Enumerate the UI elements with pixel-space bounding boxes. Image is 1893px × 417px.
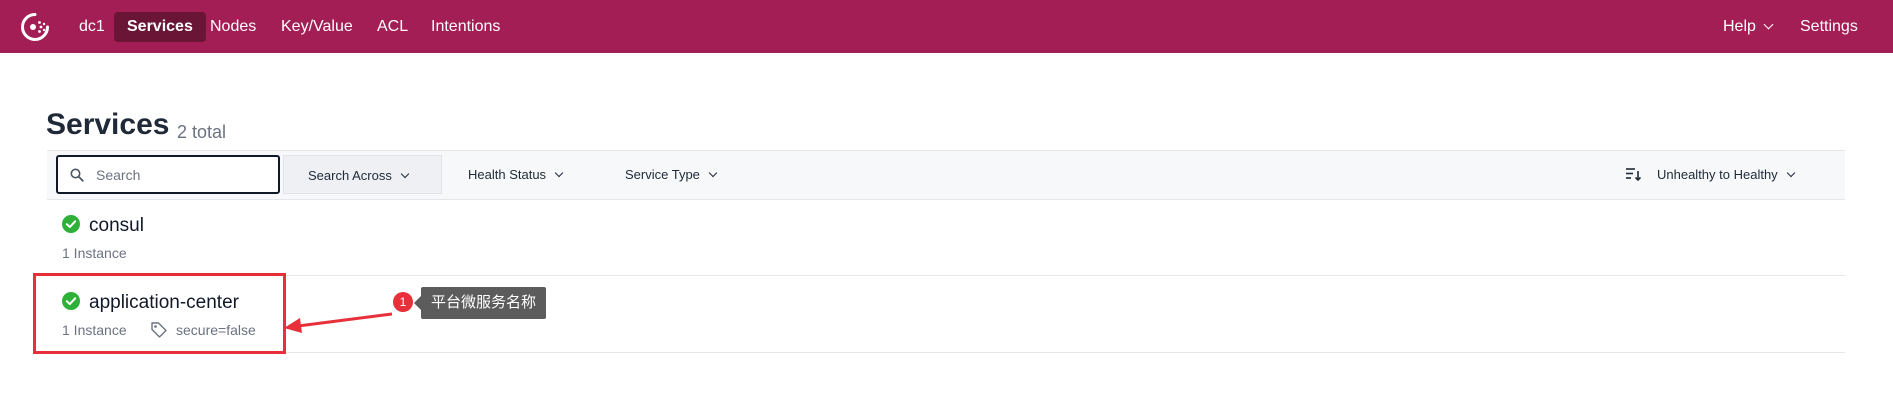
row-divider — [47, 275, 1845, 276]
chevron-down-icon — [708, 168, 718, 178]
sort-dropdown[interactable]: Unhealthy to Healthy — [1657, 155, 1795, 194]
nav-item-services[interactable]: Services — [114, 12, 206, 42]
chevron-down-icon — [1763, 19, 1774, 30]
settings-link[interactable]: Settings — [1800, 12, 1858, 42]
help-menu[interactable]: Help — [1723, 12, 1774, 42]
health-status-label: Health Status — [468, 167, 547, 182]
row-divider — [47, 352, 1845, 353]
annotation-arrow-icon — [284, 312, 393, 333]
nav-item-nodes[interactable]: Nodes — [197, 12, 269, 42]
service-type-dropdown[interactable]: Service Type — [625, 155, 718, 194]
sort-icon — [1626, 168, 1641, 181]
page-title: Services — [46, 108, 170, 141]
datacenter-selector[interactable]: dc1 — [66, 12, 118, 42]
annotation-label: 平台微服务名称 — [413, 287, 547, 319]
nav-item-acl[interactable]: ACL — [364, 12, 421, 42]
search-field[interactable] — [56, 155, 280, 194]
chevron-down-icon — [400, 169, 410, 179]
instance-count: 1 Instance — [62, 245, 127, 261]
nav-item-key-value[interactable]: Key/Value — [268, 12, 366, 42]
chevron-down-icon — [1786, 168, 1795, 178]
services-count: 2 total — [177, 122, 227, 142]
search-icon — [70, 168, 84, 182]
service-type-label: Service Type — [625, 167, 700, 182]
search-across-dropdown[interactable]: Search Across — [283, 155, 442, 194]
search-across-label: Search Across — [308, 168, 392, 183]
health-status-dropdown[interactable]: Health Status — [468, 155, 564, 194]
service-name[interactable]: consul — [89, 215, 144, 237]
chevron-down-icon — [554, 168, 564, 178]
search-input[interactable] — [96, 161, 271, 188]
top-navigation-bar: dc1 Services Nodes Key/Value ACL Intenti… — [0, 0, 1893, 53]
check-circle-icon — [62, 215, 80, 233]
nav-item-intentions[interactable]: Intentions — [418, 12, 513, 42]
annotation-badge: 1 — [393, 292, 413, 312]
annotation-highlight-box — [33, 273, 286, 354]
sort-label: Unhealthy to Healthy — [1657, 167, 1778, 182]
consul-logo-icon[interactable] — [19, 11, 51, 43]
help-label: Help — [1723, 18, 1756, 35]
